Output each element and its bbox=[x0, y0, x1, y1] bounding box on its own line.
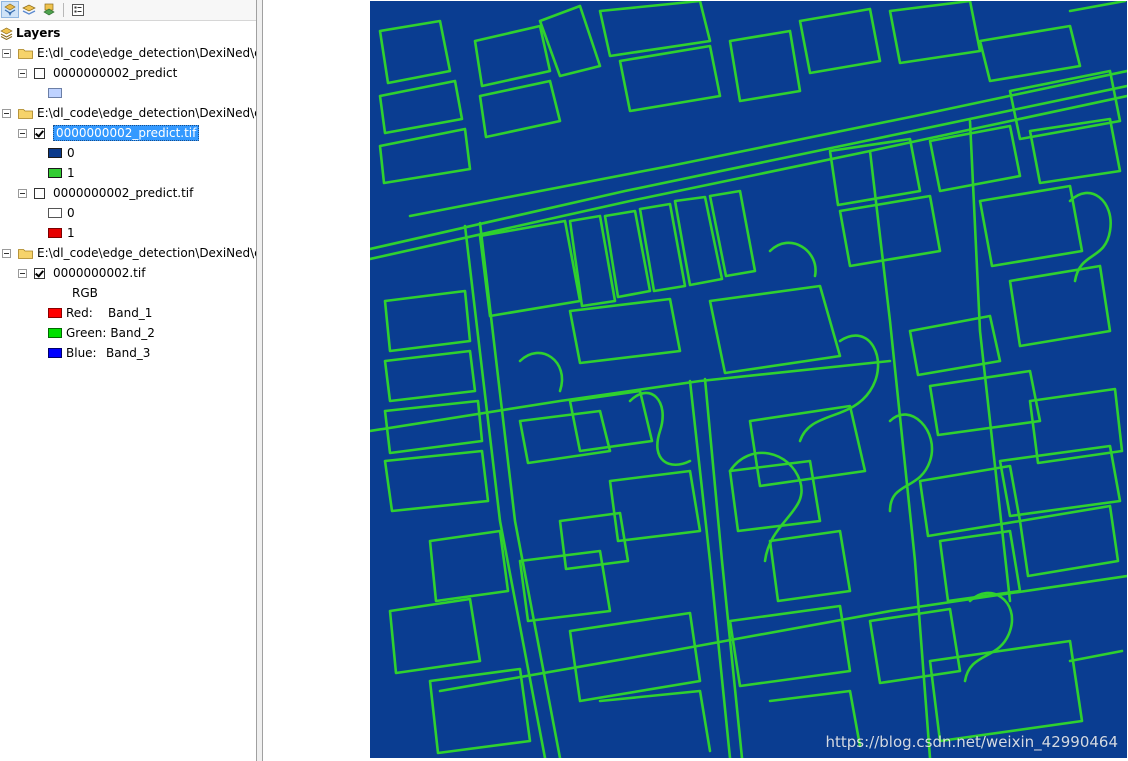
layer-visibility-checkbox[interactable] bbox=[34, 67, 45, 79]
layer-name[interactable]: 0000000002_predict.tif bbox=[53, 125, 200, 141]
layers-title: Layers bbox=[16, 26, 61, 40]
legend-label: 1 bbox=[67, 226, 75, 240]
band-label: Green: bbox=[66, 326, 107, 340]
legend-item: 0 bbox=[48, 204, 75, 222]
legend-item bbox=[48, 84, 62, 102]
legend-swatch bbox=[48, 328, 62, 338]
edge-detection-raster bbox=[370, 1, 1127, 758]
rgb-label: RGB bbox=[72, 286, 98, 300]
legend-swatch bbox=[48, 308, 62, 318]
legend-swatch bbox=[48, 88, 62, 98]
band-name: Band_1 bbox=[108, 306, 153, 320]
group-path: E:\dl_code\edge_detection\DexiNed\e bbox=[37, 106, 256, 120]
legend-label: 1 bbox=[67, 166, 75, 180]
collapse-icon[interactable] bbox=[18, 188, 27, 198]
group-path: E:\dl_code\edge_detection\DexiNed\e bbox=[37, 246, 256, 260]
folder-icon bbox=[18, 108, 33, 119]
band-label: Red: bbox=[66, 306, 93, 320]
layer-name: 0000000002.tif bbox=[53, 266, 146, 280]
layer-visibility-checkbox[interactable] bbox=[34, 187, 45, 199]
group-layer-2[interactable]: E:\dl_code\edge_detection\DexiNed\e bbox=[2, 104, 256, 122]
list-by-source-icon[interactable] bbox=[20, 1, 38, 18]
options-icon[interactable] bbox=[69, 1, 87, 18]
collapse-icon[interactable] bbox=[2, 48, 11, 58]
legend-swatch bbox=[48, 228, 62, 238]
layer-row[interactable]: 0000000002.tif bbox=[18, 264, 145, 282]
layers-root[interactable]: Layers bbox=[0, 24, 60, 42]
folder-icon bbox=[18, 248, 33, 259]
collapse-icon[interactable] bbox=[18, 128, 27, 138]
legend-swatch bbox=[48, 148, 62, 158]
band-item: Green: Band_2 bbox=[48, 324, 155, 342]
watermark-text: https://blog.csdn.net/weixin_42990464 bbox=[825, 733, 1118, 751]
layer-name: 0000000002_predict.tif bbox=[53, 186, 194, 200]
band-item: Blue: Band_3 bbox=[48, 344, 150, 362]
layer-row-selected[interactable]: 0000000002_predict.tif bbox=[18, 124, 200, 142]
collapse-icon[interactable] bbox=[18, 268, 27, 278]
legend-item: 1 bbox=[48, 224, 75, 242]
band-item: Red: Band_1 bbox=[48, 304, 152, 322]
list-by-visibility-icon[interactable] bbox=[40, 1, 58, 18]
layer-name: 0000000002_predict bbox=[53, 66, 178, 80]
band-name: Band_2 bbox=[110, 326, 155, 340]
collapse-icon[interactable] bbox=[2, 108, 11, 118]
group-path: E:\dl_code\edge_detection\DexiNed\e bbox=[37, 46, 256, 60]
collapse-icon[interactable] bbox=[2, 248, 11, 258]
legend-swatch bbox=[48, 168, 62, 178]
table-of-contents: Layers E:\dl_code\edge_detection\DexiNed… bbox=[0, 0, 256, 761]
layer-visibility-checkbox[interactable] bbox=[34, 127, 45, 139]
legend-item: 1 bbox=[48, 164, 75, 182]
legend-label: 0 bbox=[67, 146, 75, 160]
legend-label: 0 bbox=[67, 206, 75, 220]
legend-swatch bbox=[48, 208, 62, 218]
folder-icon bbox=[18, 48, 33, 59]
toc-toolbar bbox=[0, 0, 256, 21]
layers-stack-icon bbox=[0, 27, 13, 40]
legend-swatch bbox=[48, 348, 62, 358]
rgb-label-row: RGB bbox=[72, 284, 98, 302]
panel-splitter[interactable] bbox=[256, 0, 263, 761]
band-name: Band_3 bbox=[106, 346, 151, 360]
list-by-drawing-order-icon[interactable] bbox=[1, 1, 19, 18]
layer-visibility-checkbox[interactable] bbox=[34, 267, 45, 279]
layer-row[interactable]: 0000000002_predict bbox=[18, 64, 177, 82]
collapse-icon[interactable] bbox=[18, 68, 27, 78]
map-view[interactable]: https://blog.csdn.net/weixin_42990464 bbox=[263, 0, 1128, 761]
band-label: Blue: bbox=[66, 346, 97, 360]
group-layer-3[interactable]: E:\dl_code\edge_detection\DexiNed\e bbox=[2, 244, 256, 262]
group-layer-1[interactable]: E:\dl_code\edge_detection\DexiNed\e bbox=[2, 44, 256, 62]
layer-row[interactable]: 0000000002_predict.tif bbox=[18, 184, 193, 202]
legend-item: 0 bbox=[48, 144, 75, 162]
